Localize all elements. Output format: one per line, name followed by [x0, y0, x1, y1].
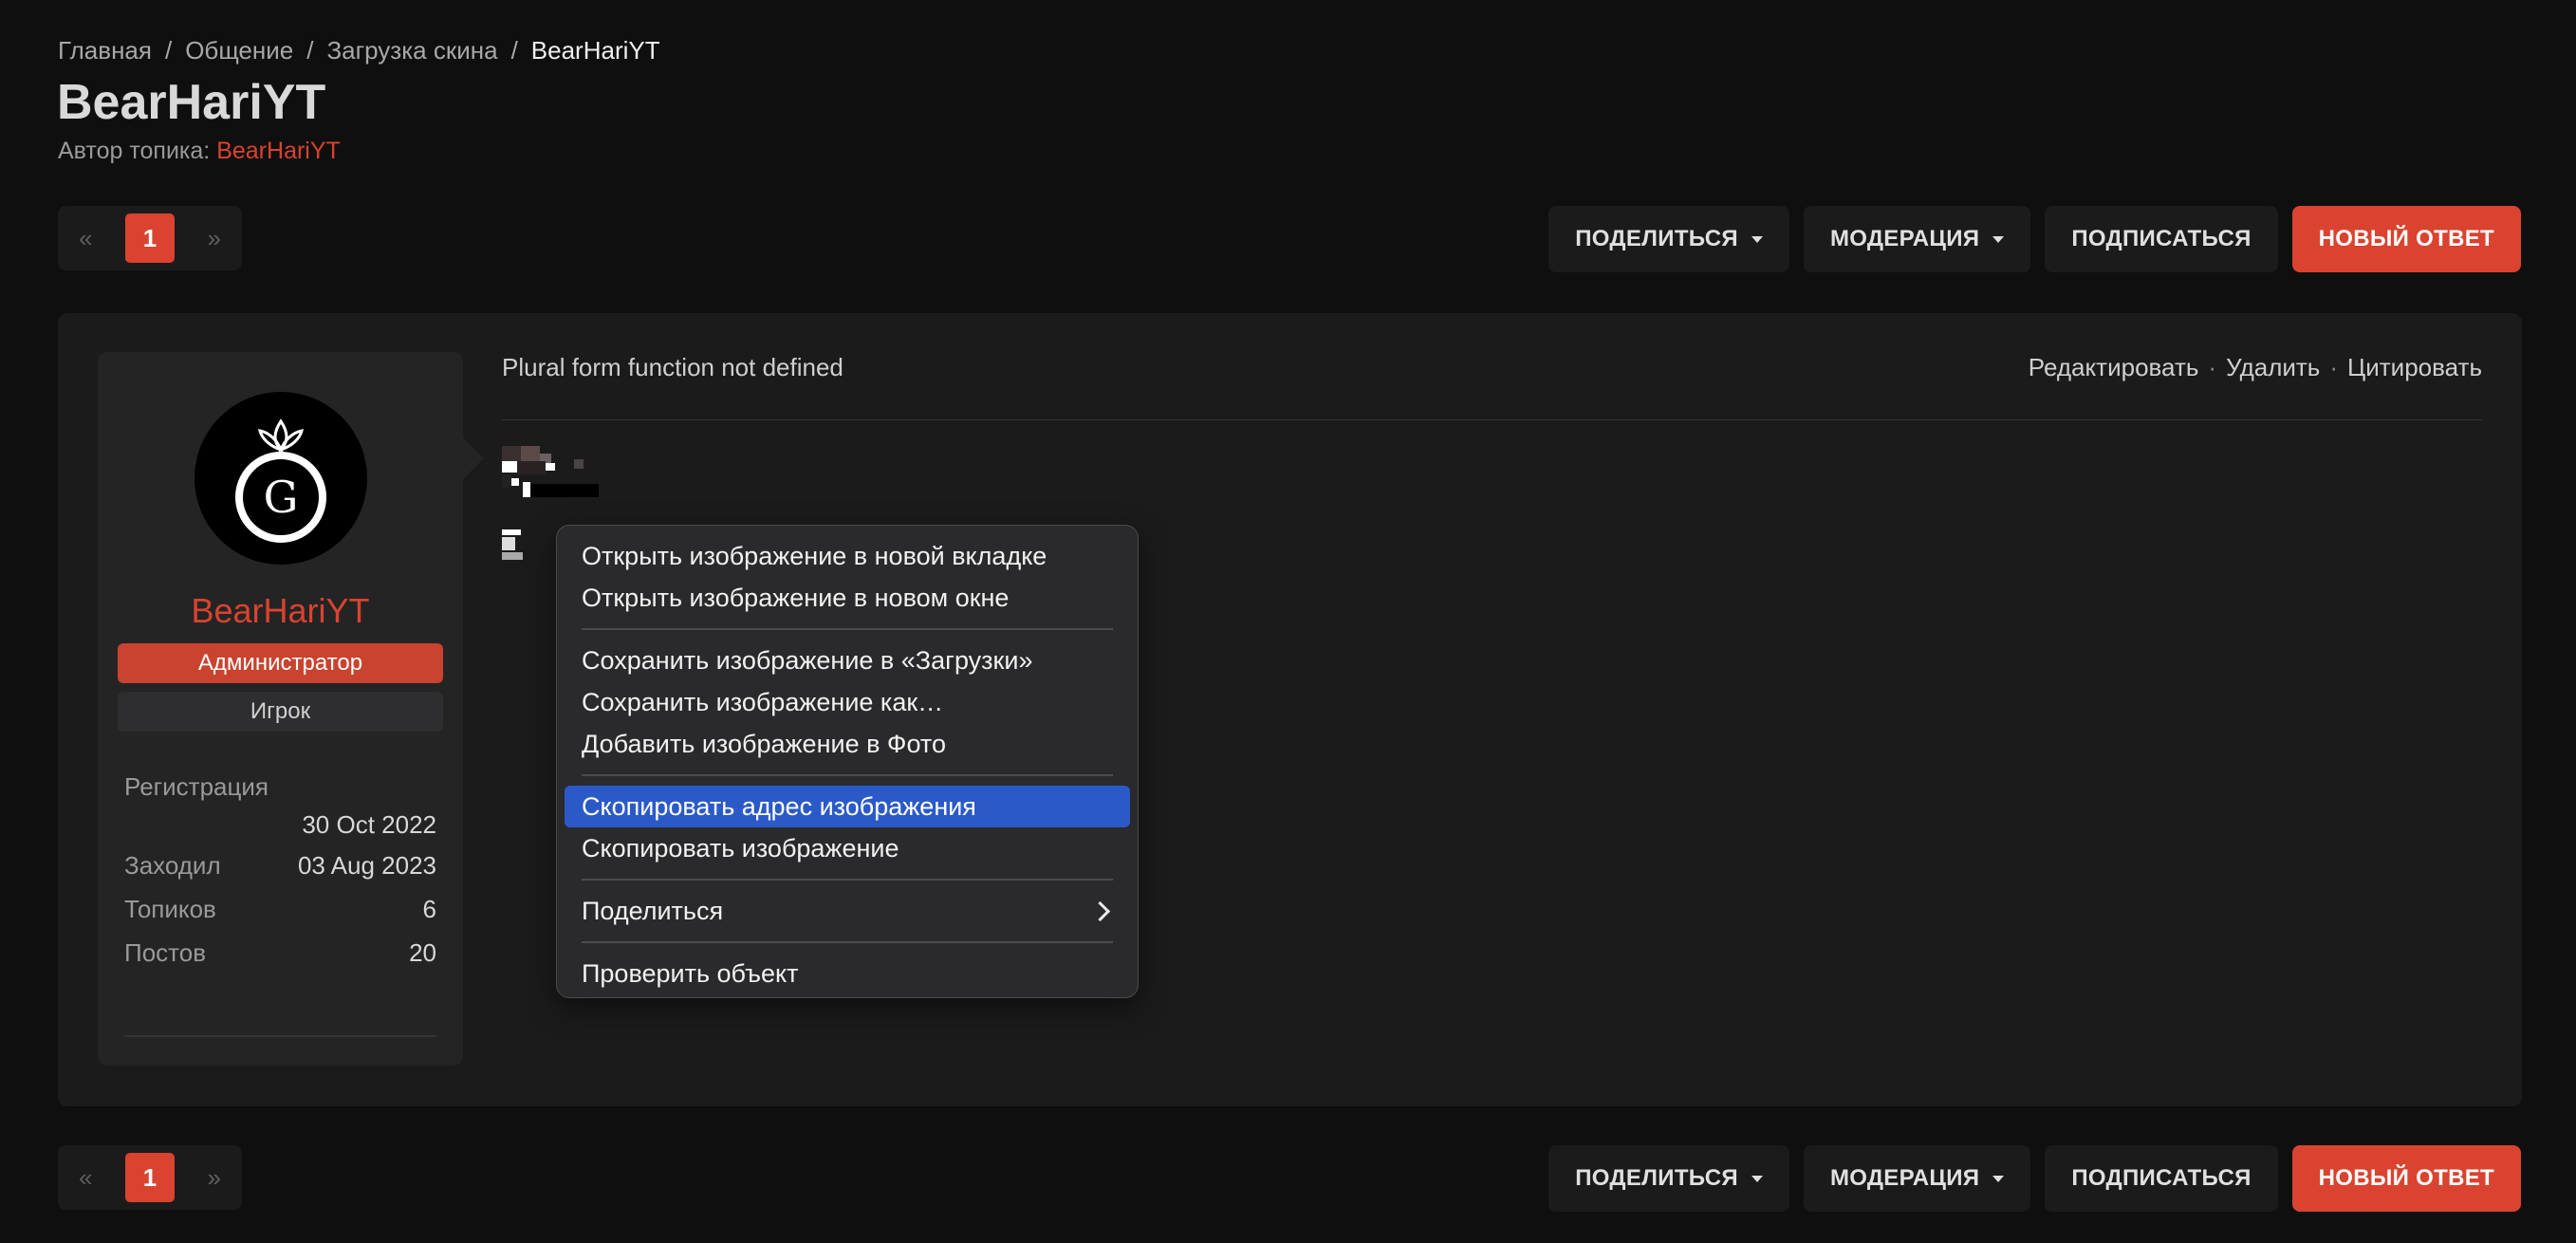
divider: [124, 1035, 436, 1037]
moderation-button[interactable]: МОДЕРАЦИЯ: [1803, 1145, 2031, 1212]
role-badge-admin: Администратор: [118, 643, 443, 683]
post-card: G BearHariYT Администратор Игрок Регистр…: [58, 313, 2522, 1106]
stat-value: 6: [422, 894, 436, 923]
menu-add-to-photos[interactable]: Добавить изображение в Фото: [565, 723, 1130, 765]
next-page-button[interactable]: »: [208, 1163, 221, 1193]
topic-author-line: Автор топика: BearHariYT: [58, 138, 341, 165]
chevron-right-icon: [1089, 900, 1111, 921]
ring-logo-icon: G: [235, 418, 326, 543]
new-reply-button[interactable]: НОВЫЙ ОТВЕТ: [2291, 206, 2521, 272]
delete-link[interactable]: Удалить: [2226, 353, 2320, 382]
user-stats: Регистрация 30 Oct 2022 Заходил 03 Aug 2…: [124, 768, 436, 974]
page-button-current[interactable]: 1: [125, 1153, 175, 1202]
menu-inspect-element[interactable]: Проверить объект: [565, 953, 1130, 994]
divider: [502, 419, 2482, 420]
breadcrumb-separator: /: [164, 36, 173, 65]
menu-separator: [582, 941, 1113, 943]
prev-page-button[interactable]: «: [79, 1163, 92, 1193]
user-panel: G BearHariYT Администратор Игрок Регистр…: [98, 352, 484, 1066]
image-context-menu: Открыть изображение в новой вкладке Откр…: [556, 525, 1139, 998]
moderation-button-label: МОДЕРАЦИЯ: [1829, 1165, 1980, 1191]
page-title: BearHariYT: [57, 75, 326, 130]
caret-down-icon: [1751, 235, 1763, 243]
subscribe-button[interactable]: ПОДПИСАТЬСЯ: [2045, 1145, 2278, 1212]
share-button[interactable]: ПОДЕЛИТЬСЯ: [1548, 206, 1789, 272]
caret-down-icon: [1992, 235, 2005, 243]
role-badge-player: Игрок: [118, 692, 443, 732]
new-reply-button[interactable]: НОВЫЙ ОТВЕТ: [2291, 1145, 2521, 1212]
stat-value: 03 Aug 2023: [297, 850, 436, 880]
author-label: Автор топика:: [58, 138, 211, 164]
author-link[interactable]: BearHariYT: [216, 138, 341, 164]
edit-link[interactable]: Редактировать: [2029, 353, 2199, 382]
menu-separator: [582, 879, 1113, 881]
menu-share-label: Поделиться: [582, 896, 724, 925]
share-button-label: ПОДЕЛИТЬСЯ: [1575, 1165, 1738, 1191]
post-meta: Plural form function not defined: [502, 353, 843, 381]
menu-separator: [582, 628, 1113, 630]
subscribe-button[interactable]: ПОДПИСАТЬСЯ: [2045, 206, 2278, 272]
page-button-current[interactable]: 1: [125, 213, 175, 263]
share-button[interactable]: ПОДЕЛИТЬСЯ: [1548, 1145, 1789, 1212]
moderation-button-label: МОДЕРАЦИЯ: [1829, 226, 1980, 251]
moderation-button[interactable]: МОДЕРАЦИЯ: [1803, 206, 2031, 272]
breadcrumb: Главная / Общение / Загрузка скина / Bea…: [58, 36, 660, 65]
breadcrumb-separator: /: [510, 36, 518, 65]
menu-copy-image-address[interactable]: Скопировать адрес изображения: [565, 786, 1130, 827]
topic-actions-bottom: ПОДЕЛИТЬСЯ МОДЕРАЦИЯ ПОДПИСАТЬСЯ НОВЫЙ О…: [1548, 1145, 2521, 1212]
menu-save-as[interactable]: Сохранить изображение как…: [565, 681, 1130, 723]
breadcrumb-skin-upload[interactable]: Загрузка скина: [326, 36, 497, 65]
quote-link[interactable]: Цитировать: [2347, 353, 2482, 382]
menu-open-new-window[interactable]: Открыть изображение в новом окне: [565, 577, 1130, 619]
stat-label: Заходил: [124, 850, 221, 880]
stat-registration: Регистрация 30 Oct 2022: [124, 768, 436, 844]
menu-copy-image[interactable]: Скопировать изображение: [565, 827, 1130, 869]
link-separator: ·: [2208, 353, 2217, 381]
breadcrumb-separator: /: [306, 36, 314, 65]
pagination-bottom: « 1 »: [58, 1145, 242, 1210]
menu-save-to-downloads[interactable]: Сохранить изображение в «Загрузки»: [565, 640, 1130, 681]
caret-down-icon: [1751, 1175, 1763, 1182]
menu-share[interactable]: Поделиться: [565, 890, 1130, 932]
stat-posts: Постов 20: [124, 931, 436, 974]
menu-separator: [582, 774, 1113, 776]
pagination-top: « 1 »: [58, 206, 242, 270]
breadcrumb-home[interactable]: Главная: [58, 36, 152, 65]
breadcrumb-current: BearHariYT: [530, 36, 660, 65]
topic-actions-top: ПОДЕЛИТЬСЯ МОДЕРАЦИЯ ПОДПИСАТЬСЯ НОВЫЙ О…: [1548, 206, 2521, 272]
stat-topics: Топиков 6: [124, 887, 436, 931]
avatar-letter: G: [264, 472, 299, 523]
avatar[interactable]: G: [195, 392, 367, 565]
stat-value: 30 Oct 2022: [302, 810, 436, 839]
stat-label: Постов: [124, 937, 207, 967]
stat-label: Регистрация: [124, 772, 269, 801]
caret-down-icon: [1992, 1175, 2005, 1182]
stat-last-seen: Заходил 03 Aug 2023: [124, 844, 436, 887]
stat-value: 20: [409, 937, 436, 967]
next-page-button[interactable]: »: [208, 224, 221, 253]
prev-page-button[interactable]: «: [79, 224, 92, 253]
share-button-label: ПОДЕЛИТЬСЯ: [1575, 226, 1738, 251]
link-separator: ·: [2329, 353, 2339, 381]
stat-label: Топиков: [124, 894, 216, 923]
post-links: Редактировать · Удалить · Цитировать: [2029, 353, 2482, 382]
breadcrumb-communication[interactable]: Общение: [185, 36, 293, 65]
post-author-name[interactable]: BearHariYT: [98, 591, 463, 631]
menu-open-new-tab[interactable]: Открыть изображение в новой вкладке: [565, 535, 1130, 577]
